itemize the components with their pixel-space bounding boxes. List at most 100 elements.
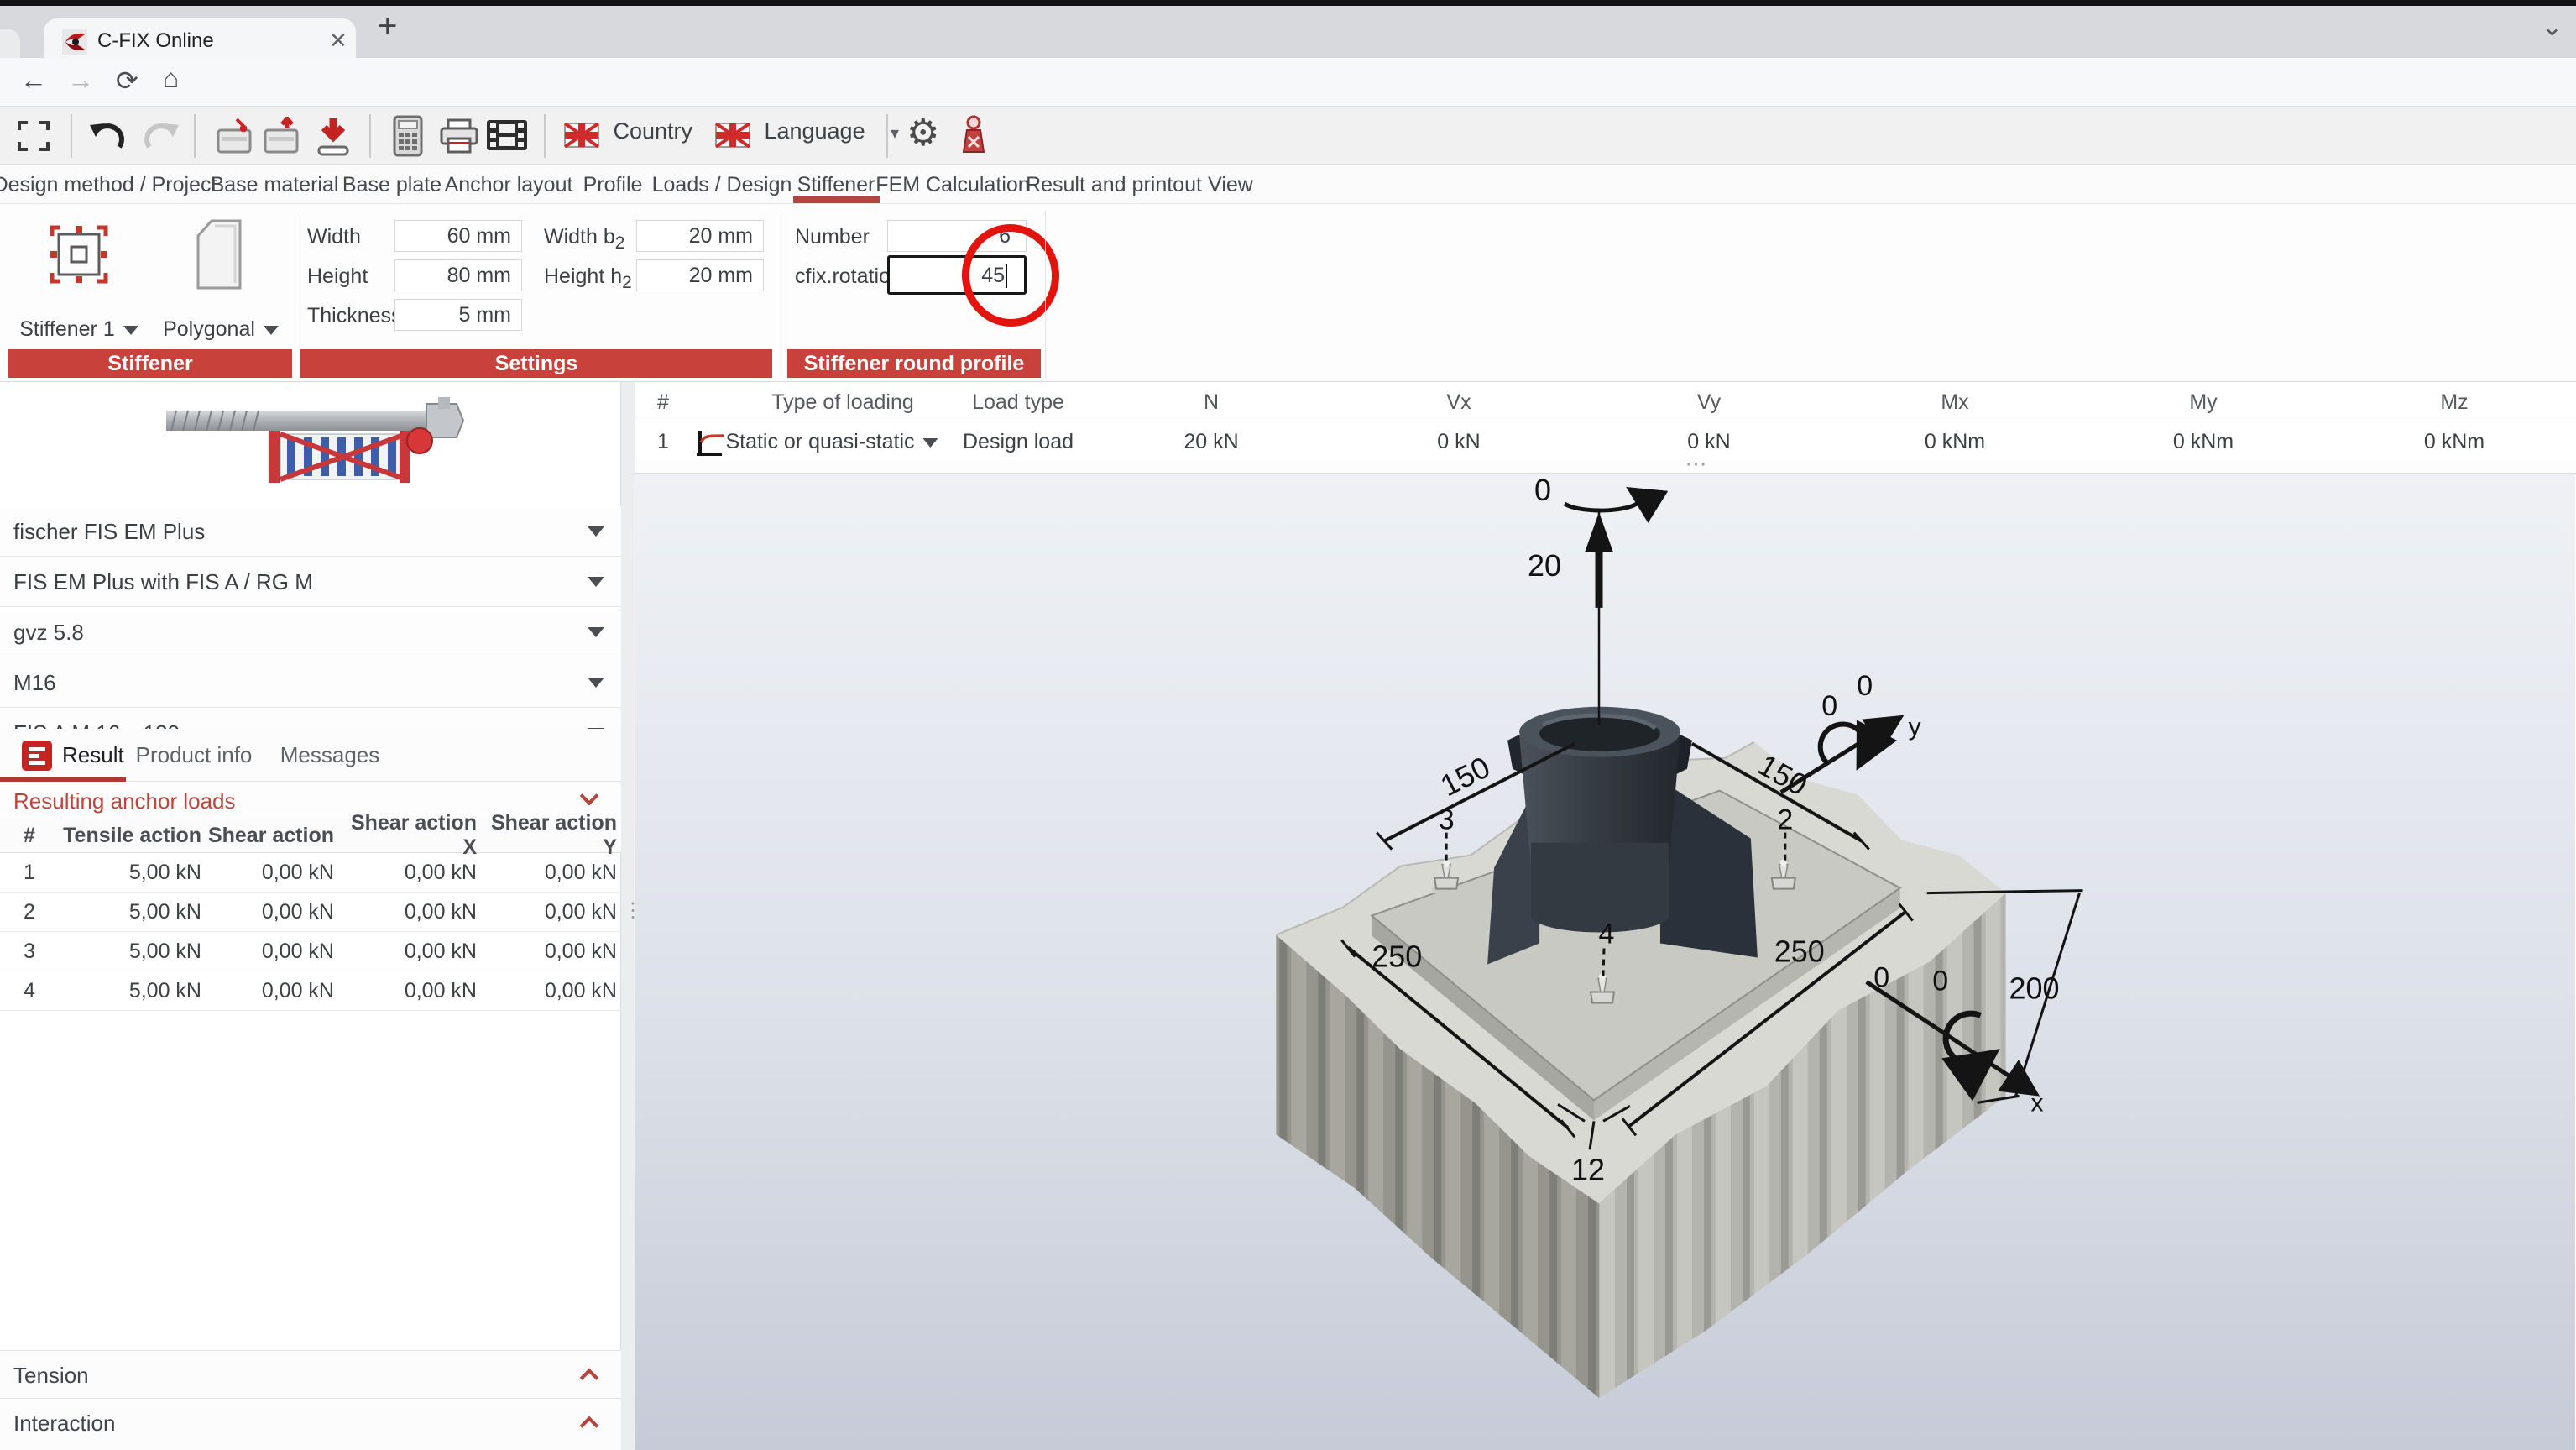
stiffener-type-value: Polygonal	[163, 317, 255, 341]
tab-close-icon[interactable]: ✕	[329, 28, 347, 54]
tab-stiffener[interactable]: Stiffener	[797, 173, 875, 197]
tab-messages[interactable]: Messages	[280, 742, 380, 768]
fullscreen-icon[interactable]	[17, 120, 50, 152]
zero-vx: 0	[1873, 961, 1889, 993]
anchor-3-label: 3	[1439, 804, 1455, 836]
window-top-strip	[0, 0, 2576, 6]
reload-icon[interactable]: ⟳	[116, 65, 138, 97]
redo-icon[interactable]	[141, 117, 181, 155]
col-load-type: Load type	[972, 390, 1064, 415]
round-profile-tube[interactable]	[1519, 707, 1680, 933]
chevron-down-icon	[588, 627, 604, 637]
number-label: Number	[795, 225, 870, 249]
col-vy: Vy	[1697, 390, 1721, 415]
tab-design-method[interactable]: Design method / Project	[0, 173, 217, 197]
open-project-icon[interactable]	[262, 117, 304, 155]
forward-icon[interactable]: →	[67, 65, 94, 96]
section-title: Resulting anchor loads	[13, 788, 236, 814]
save-icon[interactable]	[312, 117, 354, 157]
tab-anchor-layout[interactable]: Anchor layout	[445, 173, 573, 197]
tab-result[interactable]: Result	[62, 742, 124, 768]
group-separator	[1045, 211, 1046, 379]
dim-250-left: 250	[1372, 939, 1422, 973]
chevron-down-icon	[264, 326, 279, 335]
polygonal-shape-icon[interactable]	[186, 216, 253, 293]
calculator-icon[interactable]	[389, 115, 426, 157]
width-field[interactable]: 60 mm	[394, 220, 522, 252]
tab-view[interactable]: View	[1208, 173, 1253, 197]
dropdown-size[interactable]: M16	[0, 657, 621, 708]
table-row[interactable]: 3 5,00 kN 0,00 kN 0,00 kN 0,00 kN	[0, 932, 621, 971]
section-interaction[interactable]: Interaction	[0, 1398, 621, 1450]
undo-icon[interactable]	[87, 117, 128, 155]
stiffener-type-select[interactable]: Polygonal	[153, 317, 289, 342]
chevron-down-icon	[588, 678, 604, 688]
table-viewport-splitter[interactable]: ⋯	[635, 461, 2576, 473]
height-field[interactable]: 80 mm	[394, 259, 522, 291]
dropdown-product-family[interactable]: fischer FIS EM Plus	[0, 506, 621, 557]
back-icon[interactable]: ←	[20, 65, 47, 96]
browser-url-bar: ← → ⟳ ⌂ fixperience.online/cfix	[0, 58, 2576, 107]
browser-tab[interactable]: C-FIX Online ✕	[44, 18, 356, 64]
active-tab-underline	[793, 196, 880, 203]
panel-divider[interactable]: ⋮	[621, 382, 635, 1450]
zero-mx: 0	[1932, 965, 1948, 997]
group-footer-stiffener: Stiffener	[8, 349, 292, 378]
col-n: N	[1204, 390, 1219, 415]
result-report-icon	[22, 741, 52, 771]
anchor-profile-icon[interactable]	[959, 115, 989, 157]
tab-search-chevron-icon[interactable]: ⌄	[2542, 13, 2563, 42]
chevron-down-icon	[123, 326, 138, 335]
table-row[interactable]: 4 5,00 kN 0,00 kN 0,00 kN 0,00 kN	[0, 971, 621, 1011]
table-row[interactable]: 2 5,00 kN 0,00 kN 0,00 kN 0,00 kN	[0, 893, 621, 932]
stiffener-shape-icon[interactable]	[44, 219, 114, 290]
country-flag-icon	[564, 123, 599, 148]
dropdown-value: gvz 5.8	[13, 620, 84, 646]
result-table-header: # Tensile action Shear action Shear acti…	[0, 819, 621, 853]
new-tab-icon[interactable]: +	[378, 8, 397, 45]
divider-handle[interactable]: ⋮	[623, 907, 633, 915]
dropdown-steel-grade[interactable]: gvz 5.8	[0, 607, 621, 657]
app-menu-bar: Design method / Project Base material Ba…	[0, 165, 2576, 204]
anchor-2-label: 2	[1777, 804, 1793, 836]
dropdown-value: M16	[13, 670, 56, 696]
report-film-icon[interactable]	[485, 117, 529, 154]
type-of-loading-select[interactable]: Static or quasi-static	[725, 430, 938, 454]
width-b2-field[interactable]: 20 mm	[636, 220, 764, 252]
country-selector[interactable]: Country ▾	[564, 118, 727, 148]
tab-profile[interactable]: Profile	[583, 173, 643, 197]
sidebar-tab-strip: Result Product info Messages	[0, 729, 621, 782]
viewport-3d[interactable]: 20 0 150 150 3 2 4 250 250 12 200 y x 0 …	[635, 473, 2576, 1450]
print-icon[interactable]	[438, 117, 480, 155]
chevron-down-icon	[923, 438, 938, 448]
tab-result-printout[interactable]: Result and printout	[1026, 173, 1202, 197]
tab-base-plate[interactable]: Base plate	[342, 173, 442, 197]
height-h2-label: Height h2	[544, 264, 632, 293]
col-mz: Mz	[2440, 390, 2468, 415]
stiffener-select[interactable]: Stiffener 1	[11, 317, 147, 342]
static-load-icon	[695, 429, 725, 458]
col-mx: Mx	[1941, 390, 1968, 415]
axis-y-label: y	[1909, 714, 1921, 741]
load-type-value: Design load	[963, 430, 1074, 454]
language-selector[interactable]: Language ▾	[715, 118, 899, 148]
new-project-icon[interactable]	[215, 117, 257, 155]
thickness-field[interactable]: 5 mm	[394, 299, 522, 331]
section-label: Interaction	[13, 1411, 115, 1437]
section-tension[interactable]: Tension	[0, 1350, 621, 1398]
home-icon[interactable]: ⌂	[163, 63, 179, 94]
moment-z-label: 0	[1534, 473, 1551, 507]
toolbar-separator	[369, 114, 371, 158]
height-h2-field[interactable]: 20 mm	[636, 259, 764, 291]
product-image	[143, 389, 478, 500]
tab-title: C-FIX Online	[97, 29, 214, 53]
result-table: # Tensile action Shear action Shear acti…	[0, 819, 621, 1011]
group-footer-settings: Settings	[300, 349, 772, 378]
tab-fem-calculation[interactable]: FEM Calculation	[875, 173, 1029, 197]
tab-product-info[interactable]: Product info	[136, 742, 253, 768]
settings-gear-icon[interactable]: ⚙	[907, 112, 939, 154]
tab-loads-design[interactable]: Loads / Design	[652, 173, 792, 197]
tab-base-material[interactable]: Base material	[211, 173, 339, 197]
dropdown-product-variant[interactable]: FIS EM Plus with FIS A / RG M	[0, 557, 621, 607]
col-shear-x: Shear action X	[334, 811, 477, 860]
